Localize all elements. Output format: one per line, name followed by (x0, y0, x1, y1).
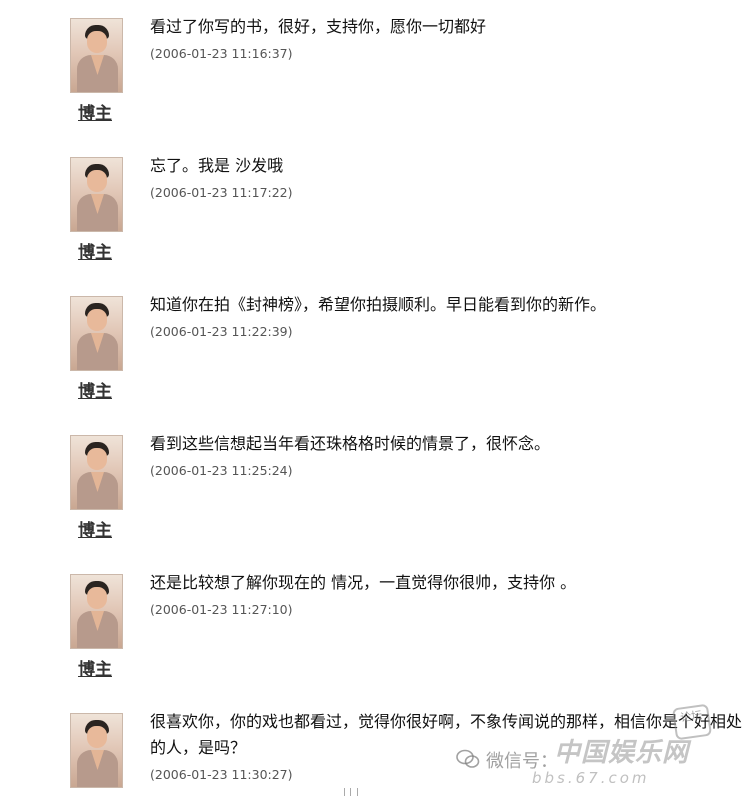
comment-item: 博主 还是比较想了解你现在的 情况，一直觉得你很帅，支持你 。 (2006-01… (0, 556, 743, 695)
avatar[interactable] (70, 157, 123, 232)
owner-link[interactable]: 博主 (78, 104, 112, 124)
owner-link[interactable]: 博主 (78, 382, 112, 402)
avatar[interactable] (70, 18, 123, 93)
comment-item: 博主 忘了。我是 沙发哦 (2006-01-23 11:17:22) (0, 139, 743, 278)
comment-text: 很喜欢你，你的戏也都看过，觉得你很好啊，不象传闻说的那样，相信你是个好相处的人，… (150, 712, 743, 757)
comment-timestamp: (2006-01-23 11:16:37) (150, 46, 293, 61)
comment-timestamp: (2006-01-23 11:17:22) (150, 185, 293, 200)
comment-text: 看到这些信想起当年看还珠格格时候的情景了，很怀念。 (150, 434, 551, 453)
comment-item: 很喜欢你，你的戏也都看过，觉得你很好啊，不象传闻说的那样，相信你是个好相处的人，… (0, 695, 743, 796)
comment-text: 忘了。我是 沙发哦 (150, 156, 284, 175)
avatar[interactable] (70, 713, 123, 788)
comment-text: 还是比较想了解你现在的 情况，一直觉得你很帅，支持你 。 (150, 573, 577, 592)
scrollbar-grip[interactable] (344, 788, 358, 796)
comment-timestamp: (2006-01-23 11:22:39) (150, 324, 293, 339)
owner-link[interactable]: 博主 (78, 660, 112, 680)
avatar[interactable] (70, 574, 123, 649)
owner-link[interactable]: 博主 (78, 521, 112, 541)
comment-text: 知道你在拍《封神榜》，希望你拍摄顺利。早日能看到你的新作。 (150, 295, 607, 314)
comment-item: 博主 看到这些信想起当年看还珠格格时候的情景了，很怀念。 (2006-01-23… (0, 417, 743, 556)
comment-timestamp: (2006-01-23 11:25:24) (150, 463, 293, 478)
avatar[interactable] (70, 296, 123, 371)
avatar[interactable] (70, 435, 123, 510)
comment-feed: 博主 看过了你写的书，很好，支持你，愿你一切都好 (2006-01-23 11:… (0, 0, 743, 796)
comment-timestamp: (2006-01-23 11:30:27) (150, 767, 293, 782)
comment-timestamp: (2006-01-23 11:27:10) (150, 602, 293, 617)
comment-text: 看过了你写的书，很好，支持你，愿你一切都好 (150, 17, 487, 36)
owner-link[interactable]: 博主 (78, 243, 112, 263)
comment-item: 博主 知道你在拍《封神榜》，希望你拍摄顺利。早日能看到你的新作。 (2006-0… (0, 278, 743, 417)
comment-item: 博主 看过了你写的书，很好，支持你，愿你一切都好 (2006-01-23 11:… (0, 0, 743, 139)
